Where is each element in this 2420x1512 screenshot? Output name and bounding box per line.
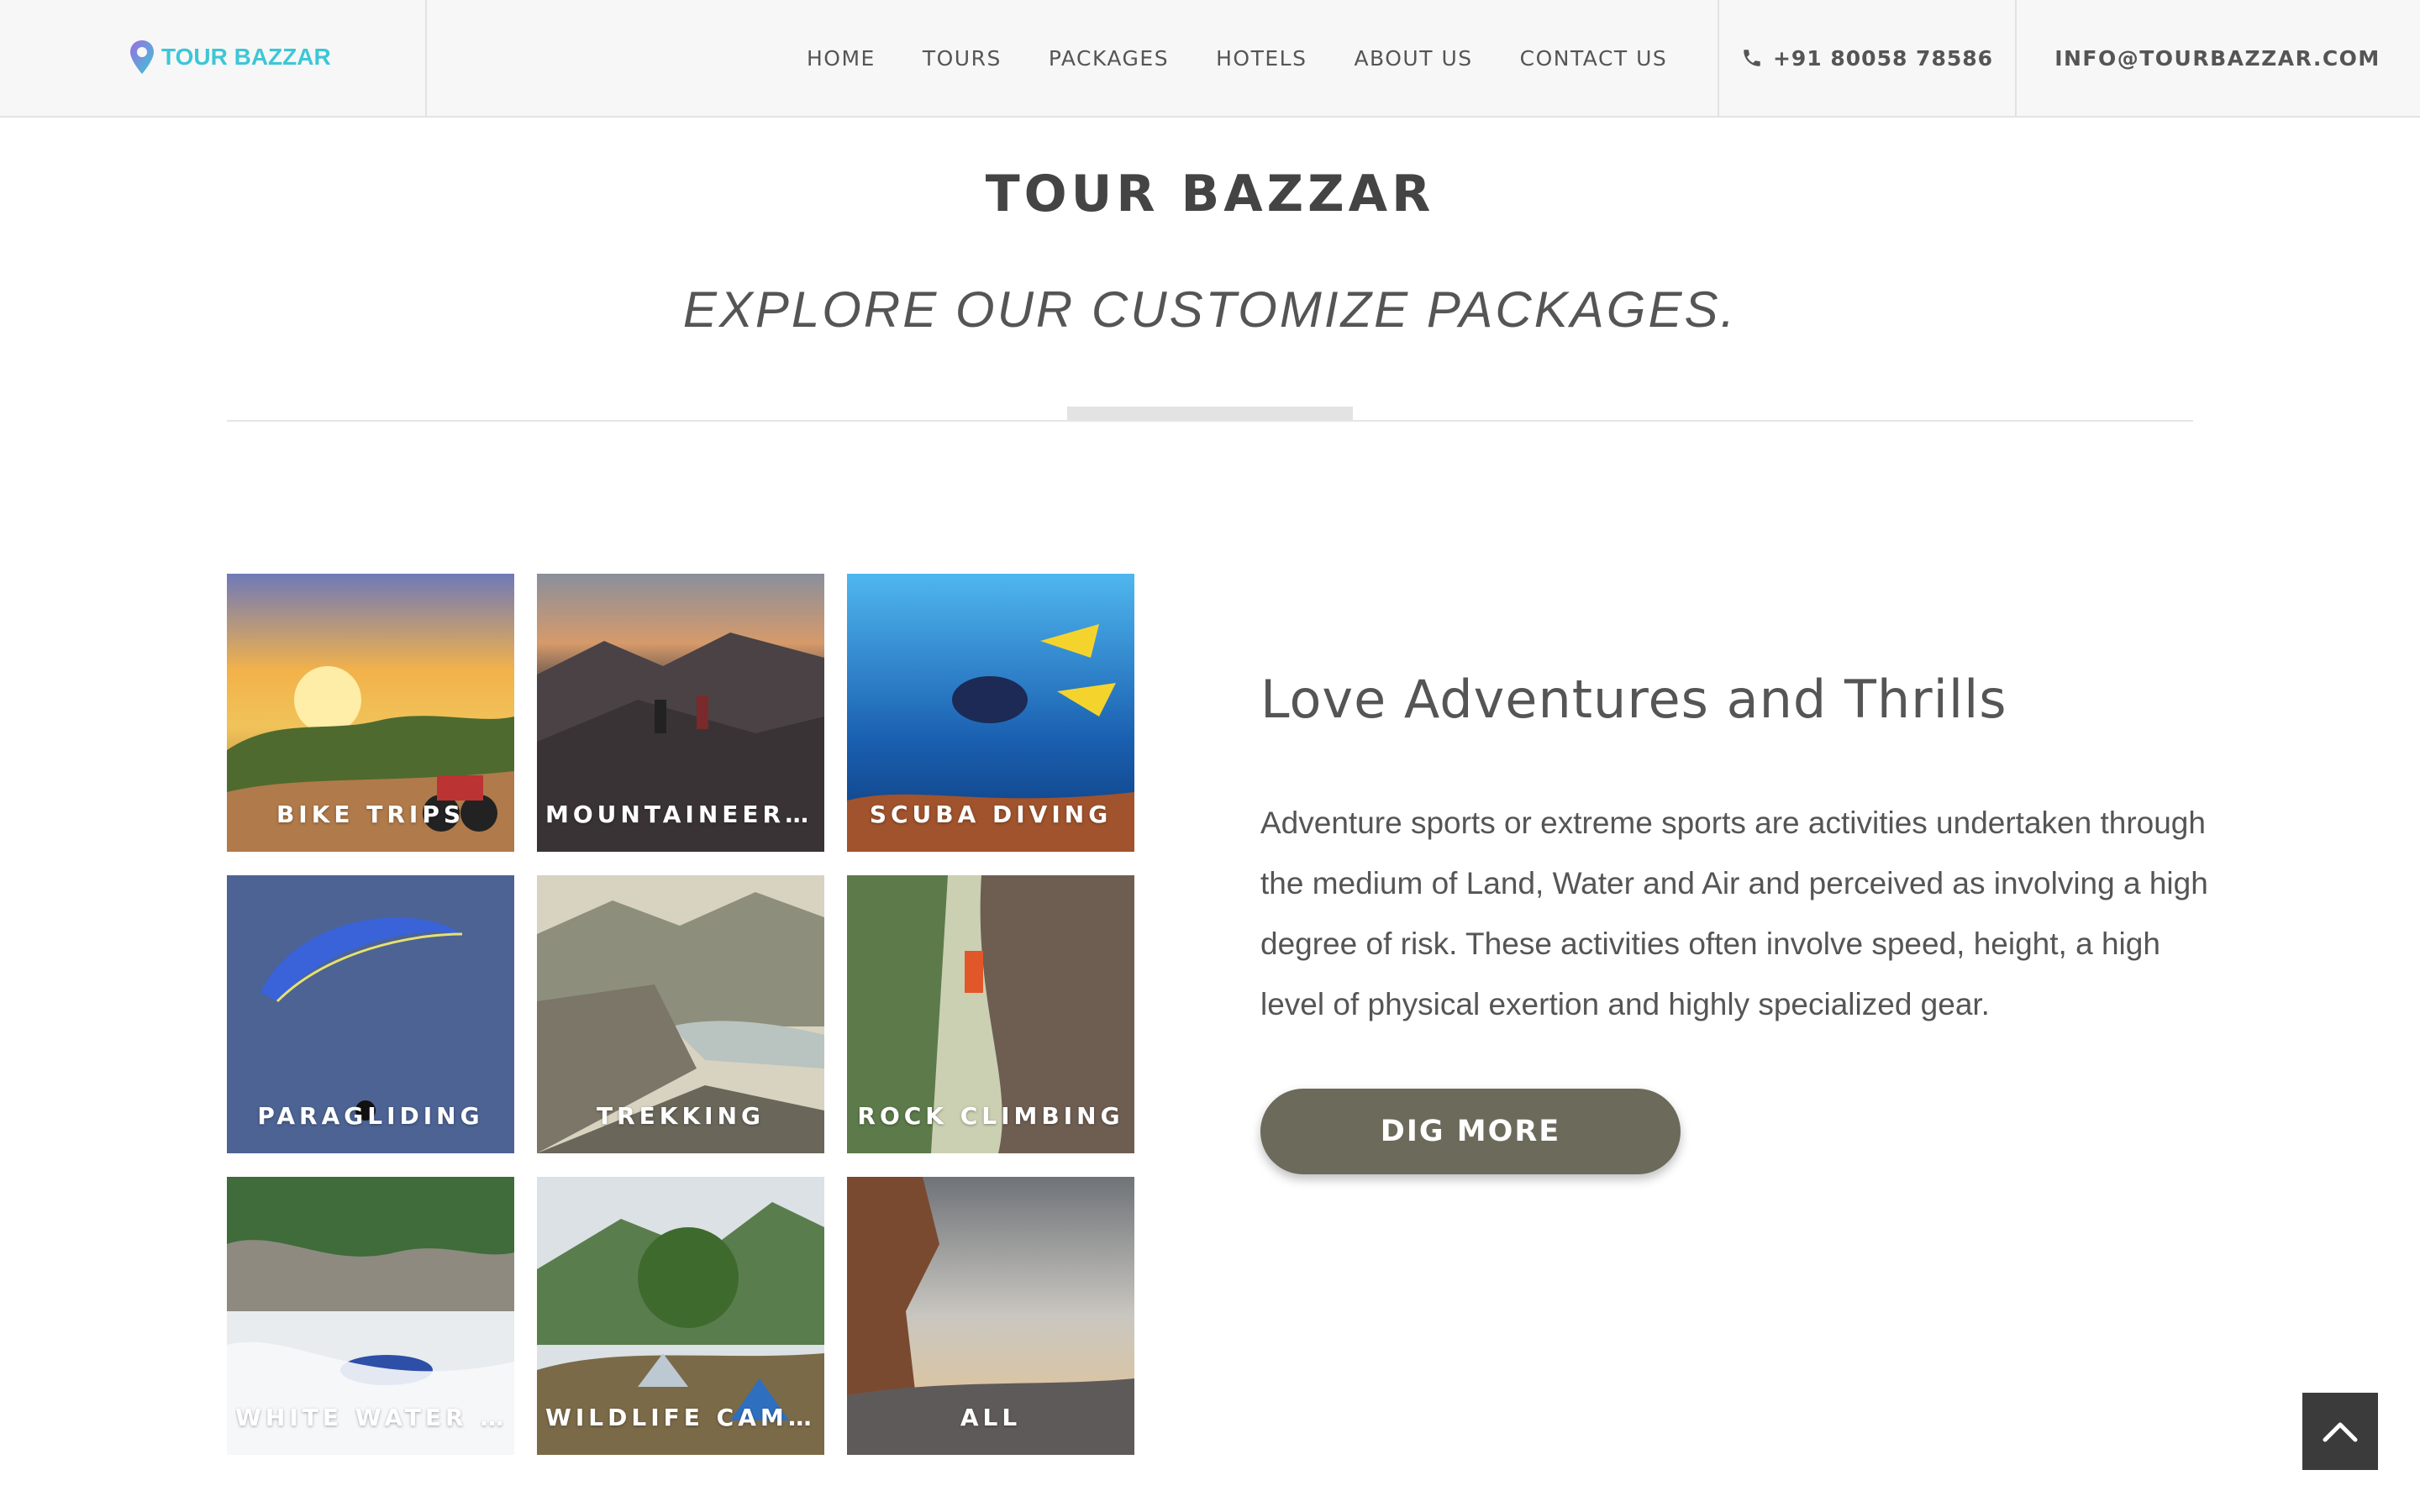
page-subtitle: EXPLORE OUR CUSTOMIZE PACKAGES. — [682, 281, 1738, 338]
email-link[interactable]: INFO@TOURBAZZAR.COM — [2015, 0, 2420, 116]
nav-home[interactable]: HOME — [807, 46, 876, 71]
divider-accent — [1067, 407, 1353, 420]
section-heading: Love Adventures and Thrills — [1260, 669, 2007, 730]
nav-contact-us[interactable]: CONTACT US — [1520, 46, 1668, 71]
tile-label: SCUBA DIVING — [869, 801, 1113, 828]
tile-paragliding[interactable]: PARAGLIDING — [227, 875, 514, 1153]
section-body: Adventure sports or extreme sports are a… — [1260, 806, 2208, 1021]
main-nav: HOME TOURS PACKAGES HOTELS ABOUT US CONT… — [807, 0, 1667, 116]
dig-more-label: DIG MORE — [1380, 1115, 1561, 1148]
logo-cell: TOUR BAZZAR — [0, 0, 427, 116]
location-pin-icon — [130, 40, 154, 74]
chevron-up-icon — [2323, 1422, 2358, 1442]
nav-about-us[interactable]: ABOUT US — [1354, 46, 1472, 71]
tile-all[interactable]: ALL — [847, 1177, 1134, 1455]
tile-label: ALL — [960, 1404, 1022, 1431]
nav-packages[interactable]: PACKAGES — [1049, 46, 1169, 71]
tile-label: MOUNTAINEERING — [545, 801, 816, 828]
page-title: TOUR BAZZAR — [985, 165, 1435, 223]
tile-label: BIKE TRIPS — [276, 801, 466, 828]
dig-more-button[interactable]: DIG MORE — [1260, 1089, 1681, 1174]
site-logo[interactable]: TOUR BAZZAR — [128, 37, 331, 77]
tile-rock-climbing[interactable]: ROCK CLIMBING — [847, 875, 1134, 1153]
phone-icon — [1744, 50, 1760, 66]
scroll-to-top-button[interactable] — [2302, 1393, 2378, 1470]
tile-label: PARAGLIDING — [257, 1102, 484, 1130]
tile-wildlife-camping[interactable]: WILDLIFE CAMPING — [537, 1177, 824, 1455]
tile-label: TREKKING — [596, 1102, 765, 1130]
tile-bike-trips[interactable]: BIKE TRIPS — [227, 574, 514, 852]
tile-trekking[interactable]: TREKKING — [537, 875, 824, 1153]
logo-text: TOUR BAZZAR — [161, 44, 331, 70]
tile-mountaineering[interactable]: MOUNTAINEERING — [537, 574, 824, 852]
nav-tours[interactable]: TOURS — [923, 46, 1002, 71]
tile-label: WHITE WATER RAFTING — [235, 1404, 506, 1431]
site-header: TOUR BAZZAR HOME TOURS PACKAGES HOTELS A… — [0, 0, 2420, 118]
phone-link[interactable]: +91 80058 78586 — [1718, 0, 2017, 116]
tile-scuba-diving[interactable]: SCUBA DIVING — [847, 574, 1134, 852]
nav-hotels[interactable]: HOTELS — [1216, 46, 1307, 71]
tile-label: ROCK CLIMBING — [857, 1102, 1124, 1130]
tile-white-water-rafting[interactable]: WHITE WATER RAFTING — [227, 1177, 514, 1455]
phone-number: +91 80058 78586 — [1772, 45, 1994, 71]
section-divider — [227, 420, 2193, 422]
tile-label: WILDLIFE CAMPING — [545, 1404, 816, 1431]
email-address: INFO@TOURBAZZAR.COM — [2054, 45, 2381, 71]
